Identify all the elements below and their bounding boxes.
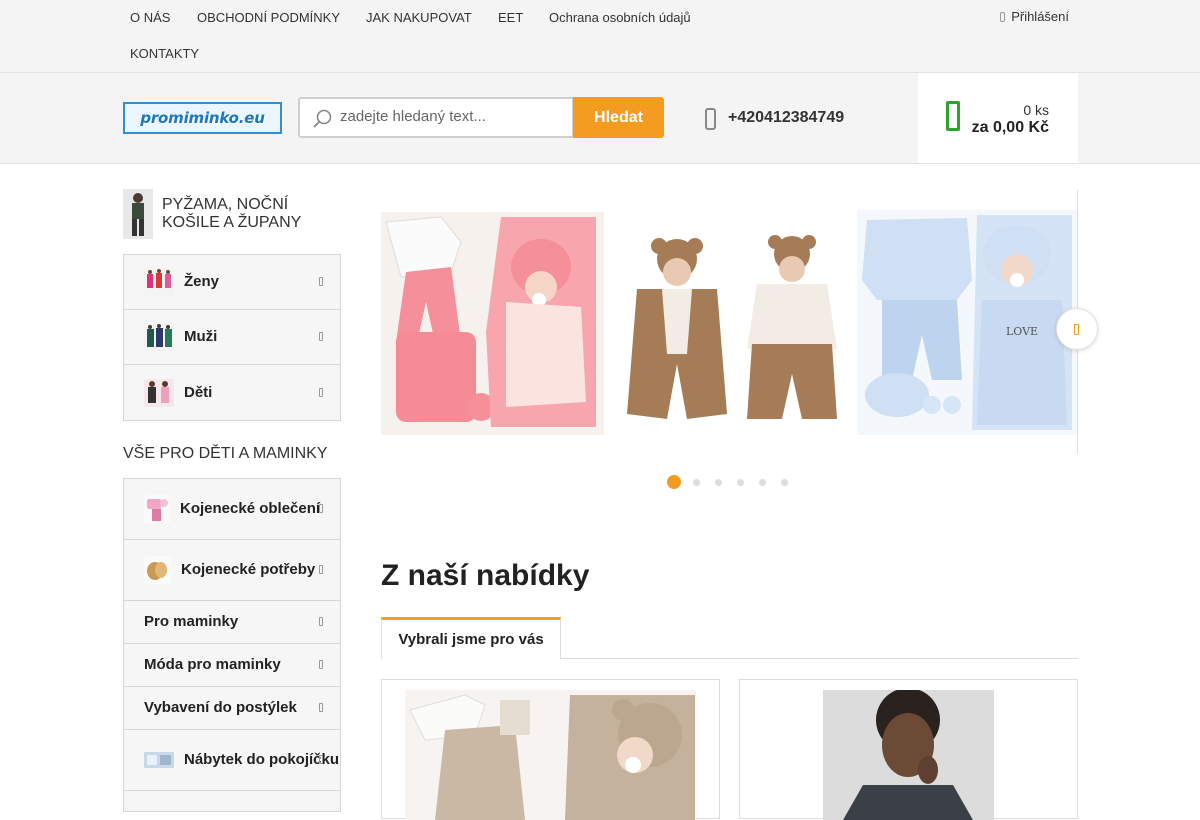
cart-total: za 0,00 Kč [971, 119, 1049, 136]
sidebar-item-label: Děti [184, 383, 213, 401]
sidebar-item-label: Nábytek do pokojíčku [184, 751, 340, 768]
slider-dot[interactable] [690, 476, 703, 489]
search-button[interactable]: Hledat [573, 97, 664, 138]
chevron-right-icon [319, 332, 323, 341]
sidebar-menu-kids: Kojenecké oblečení Kojenecké potřeby Pro… [123, 478, 341, 812]
nav-link-o-nas[interactable]: O NÁS [130, 10, 170, 25]
chevron-right-icon [319, 504, 323, 513]
login-link[interactable]: Přihlášení [1000, 9, 1069, 24]
sidebar-menu-pyjamas: Ženy Muži Děti [123, 254, 341, 421]
header: promiminko.eu Hledat +420412384749 0 ks … [0, 73, 1200, 164]
women-category-thumb [144, 268, 174, 296]
nursery-furniture-thumb [144, 752, 174, 768]
slider-dot[interactable] [712, 476, 725, 489]
slide-image-blue-baby-set: LOVE [857, 210, 1077, 435]
slide-image-pink-baby-set [381, 212, 604, 435]
logo-text: promiminko.eu [140, 109, 265, 127]
slider-dots [667, 475, 791, 489]
cart-icon [946, 101, 960, 131]
sidebar-item-kojenecke-potreby[interactable]: Kojenecké potřeby [124, 540, 340, 601]
sidebar-item-more[interactable] [124, 791, 340, 811]
slider-dot[interactable] [756, 476, 769, 489]
tab-vybrali-jsme-pro-vas[interactable]: Vybrali jsme pro vás [381, 617, 561, 659]
search-input[interactable] [340, 108, 565, 125]
offer-section-title: Z naší nabídky [381, 559, 590, 592]
sidebar-section-title-pyjamas: PYŽAMA, NOČNÍ KOŠILE A ŽUPANY [162, 196, 302, 231]
men-category-thumb [144, 323, 174, 351]
chevron-right-icon [319, 565, 323, 574]
sidebar-item-label: Muži [184, 328, 218, 345]
chevron-right-icon [319, 703, 323, 712]
nav-link-eet[interactable]: EET [498, 10, 523, 25]
phone-number[interactable]: +420412384749 [728, 109, 844, 127]
kids-category-thumb [144, 378, 174, 407]
nav-link-jak-nakupovat[interactable]: JAK NAKUPOVAT [366, 10, 472, 25]
sidebar-item-kojenecke-obleceni[interactable]: Kojenecké oblečení [124, 479, 340, 540]
user-icon [1000, 12, 1006, 22]
sidebar-item-muzi[interactable]: Muži [124, 310, 340, 365]
slider-dot[interactable] [734, 476, 747, 489]
slider-dot[interactable] [667, 475, 681, 489]
login-label: Přihlášení [1011, 9, 1069, 24]
nav-link-obchodni-podminky[interactable]: OBCHODNÍ PODMÍNKY [197, 10, 340, 25]
phone-icon [705, 108, 716, 130]
search-box [298, 97, 574, 138]
sidebar-item-label: Móda pro maminky [144, 656, 281, 673]
baby-clothes-thumb [144, 495, 170, 523]
slider-dot[interactable] [778, 476, 791, 489]
chevron-right-icon [319, 617, 323, 626]
product-card[interactable] [381, 679, 720, 820]
pyjamas-category-image [123, 189, 153, 239]
top-bar: O NÁS OBCHODNÍ PODMÍNKY JAK NAKUPOVAT EE… [0, 0, 1200, 73]
product-image-beige-baby-set [405, 690, 696, 820]
sidebar-item-label: Pro maminky [144, 613, 239, 630]
hero-slider[interactable]: LOVE [381, 190, 1078, 453]
product-card[interactable] [739, 679, 1078, 820]
chevron-right-icon [319, 387, 323, 397]
nav-link-ochrana-osobnich-udaju[interactable]: Ochrana osobních údajů [549, 10, 691, 25]
sidebar-item-label: Kojenecké oblečení [180, 500, 321, 517]
sidebar-item-vybaveni-do-postylek[interactable]: Vybavení do postýlek [124, 687, 340, 730]
sidebar-section-title-kids: VŠE PRO DĚTI A MAMINKY [123, 445, 328, 462]
sidebar-item-nabytek-do-pokojicku[interactable]: Nábytek do pokojíčku [124, 730, 340, 791]
sidebar-item-label: Ženy [184, 273, 220, 290]
sidebar-item-pro-maminky[interactable]: Pro maminky [124, 601, 340, 644]
slide-image-brown-baby-outfits [607, 234, 857, 424]
cart-widget[interactable]: 0 ks za 0,00 Kč [918, 73, 1078, 163]
chevron-right-icon [319, 660, 323, 669]
search-icon [313, 109, 332, 128]
product-image-woman-nightwear [823, 690, 994, 820]
nav-link-kontakty[interactable]: KONTAKTY [130, 46, 199, 61]
sidebar-item-deti[interactable]: Děti [124, 365, 340, 420]
chevron-right-icon [319, 755, 323, 764]
sidebar-item-label: Vybavení do postýlek [144, 699, 297, 716]
svg-text:LOVE: LOVE [1006, 325, 1038, 338]
sidebar-item-label: Kojenecké potřeby [181, 561, 316, 578]
sidebar-item-moda-pro-maminky[interactable]: Móda pro maminky [124, 644, 340, 687]
chevron-right-icon [319, 277, 323, 286]
baby-supplies-thumb [144, 556, 171, 584]
site-logo[interactable]: promiminko.eu [123, 102, 282, 134]
cart-quantity: 0 ks [1023, 102, 1049, 118]
slider-next-button[interactable] [1056, 308, 1098, 350]
sidebar-item-zeny[interactable]: Ženy [124, 255, 340, 310]
chevron-right-icon [1074, 324, 1079, 335]
